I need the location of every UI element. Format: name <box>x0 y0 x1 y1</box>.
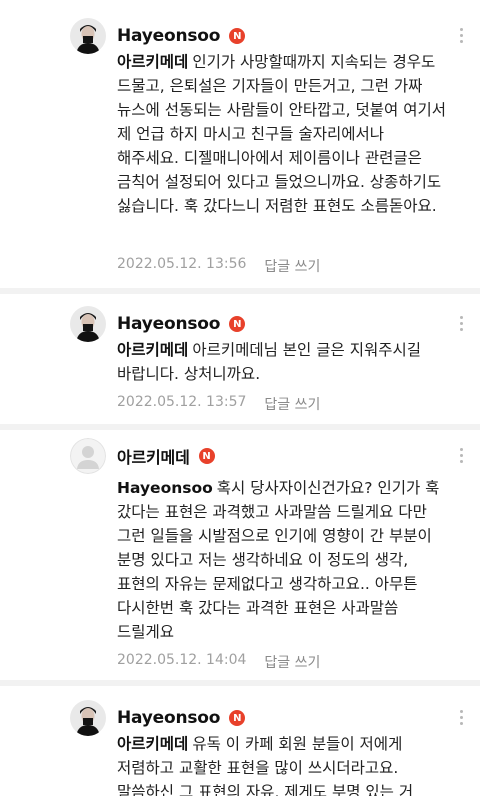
comment-3: 아르키메데 N Hayeonsoo 혹시 당사자이신건가요? 인기가 훅 갔다는 … <box>0 430 480 680</box>
new-badge: N <box>229 28 246 44</box>
mention[interactable]: 아르키메데 <box>117 341 188 359</box>
mention[interactable]: Hayeonsoo <box>117 479 213 497</box>
avatar[interactable] <box>70 306 106 342</box>
comment-text: 아르키메데 유독 이 카페 회원 분들이 저에게 저렴하고 교활한 표현을 많이 … <box>117 735 414 796</box>
new-badge: N <box>198 448 215 464</box>
comment-date: 2022.05.12. 13:57 <box>117 394 247 410</box>
avatar[interactable] <box>70 700 106 736</box>
comment-author[interactable]: Hayeonsoo <box>117 314 220 334</box>
more-options-icon[interactable] <box>458 448 464 463</box>
avatar[interactable] <box>70 18 106 54</box>
mention[interactable]: 아르키메데 <box>117 53 188 71</box>
comment-date: 2022.05.12. 14:04 <box>117 652 247 668</box>
avatar-default[interactable] <box>70 438 106 474</box>
more-options-icon[interactable] <box>458 28 464 43</box>
comment-text: 아르키메데 아르키메데님 본인 글은 지워주시길 바랍니다. 상처니까요. <box>117 341 421 383</box>
new-badge: N <box>229 316 246 332</box>
mention[interactable]: 아르키메데 <box>117 735 188 753</box>
more-options-icon[interactable] <box>458 710 464 725</box>
comment-text: Hayeonsoo 혹시 당사자이신건가요? 인기가 훅 갔다는 표현은 과격했고… <box>117 479 440 641</box>
comment-4: Hayeonsoo N 아르키메데 유독 이 카페 회원 분들이 저에게 저렴하고… <box>0 686 480 796</box>
comment-author[interactable]: Hayeonsoo <box>117 26 220 46</box>
reply-button[interactable]: 답글 쓰기 <box>264 394 320 414</box>
comment-text: 아르키메데 인기가 사망할때까지 지속되는 경우도 드물고, 은퇴설은 기자들이 … <box>117 53 447 215</box>
comment-author[interactable]: Hayeonsoo <box>117 708 220 728</box>
more-options-icon[interactable] <box>458 316 464 331</box>
reply-button[interactable]: 답글 쓰기 <box>264 652 320 672</box>
new-badge: N <box>229 710 246 726</box>
comment-date: 2022.05.12. 13:56 <box>117 256 247 272</box>
comment-1: Hayeonsoo N 아르키메데 인기가 사망할때까지 지속되는 경우도 드물고… <box>0 0 480 290</box>
comment-author[interactable]: 아르키메데 <box>117 444 190 468</box>
reply-button[interactable]: 답글 쓰기 <box>264 256 320 276</box>
comment-2: Hayeonsoo N 아르키메데 아르키메데님 본인 글은 지워주시길 바랍니다… <box>0 294 480 422</box>
